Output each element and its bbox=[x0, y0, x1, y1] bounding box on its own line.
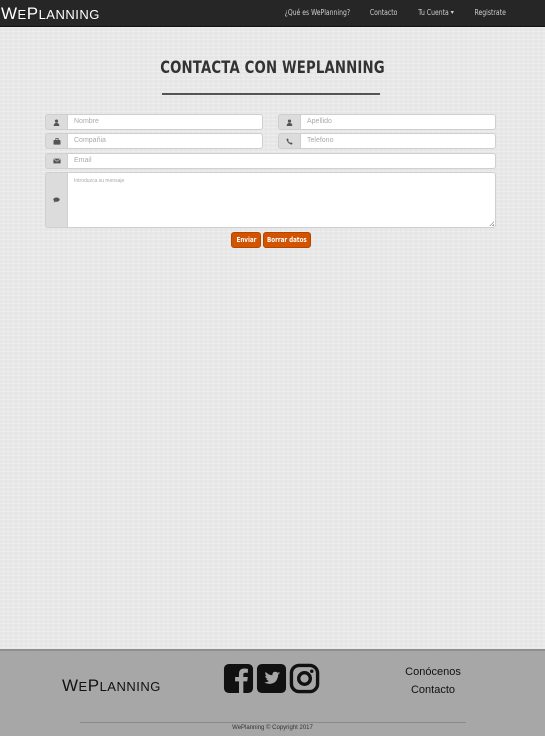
mensaje-placeholder: Introduzca su mensaje bbox=[74, 178, 125, 184]
brand-logo[interactable]: WEPLANNING bbox=[1, 4, 100, 24]
briefcase-icon bbox=[45, 133, 67, 149]
twitter-icon[interactable] bbox=[256, 663, 287, 694]
footer-brand-logo: WEPLANNING bbox=[62, 676, 161, 696]
footer-links: Conócenos Contacto bbox=[388, 663, 478, 699]
brand-letter: W bbox=[62, 676, 79, 695]
brand-letter: W bbox=[1, 4, 18, 23]
page-background: WEPLANNING ¿Qué es WePlanning? Contacto … bbox=[0, 0, 545, 736]
footer-link-conocenos[interactable]: Conócenos bbox=[388, 663, 478, 681]
navbar: WEPLANNING ¿Qué es WePlanning? Contacto … bbox=[0, 0, 545, 27]
footer-link-contacto[interactable]: Contacto bbox=[388, 681, 478, 699]
nav-link-que-es[interactable]: ¿Qué es WePlanning? bbox=[284, 8, 350, 17]
nav-link-tu-cuenta[interactable]: Tu Cuenta bbox=[419, 8, 455, 17]
footer: WEPLANNING Conócenos Contacto WePlanning… bbox=[0, 649, 545, 736]
telefono-field-group: Telefono bbox=[278, 133, 496, 149]
mensaje-field-group: Introduzca su mensaje bbox=[45, 172, 496, 228]
borrar-datos-button[interactable]: Borrar datos bbox=[263, 232, 311, 248]
nombre-input[interactable]: Nombre bbox=[67, 114, 263, 130]
compania-input[interactable]: Compañia bbox=[67, 133, 263, 149]
footer-divider bbox=[80, 722, 466, 723]
facebook-icon[interactable] bbox=[223, 663, 254, 694]
borrar-datos-button-label: Borrar datos bbox=[267, 236, 307, 244]
instagram-icon[interactable] bbox=[289, 663, 320, 694]
apellido-field-group: Apellido bbox=[278, 114, 496, 130]
compania-field-group: Compañia bbox=[45, 133, 263, 149]
user-icon bbox=[278, 114, 300, 130]
nav-link-contacto[interactable]: Contacto bbox=[370, 8, 398, 17]
telefono-input[interactable]: Telefono bbox=[300, 133, 496, 149]
user-icon bbox=[45, 114, 67, 130]
title-divider bbox=[162, 93, 380, 95]
brand-letter: P bbox=[26, 4, 39, 23]
brand-letter: E bbox=[78, 679, 88, 694]
phone-icon bbox=[278, 133, 300, 149]
resize-handle[interactable] bbox=[489, 221, 494, 226]
nav-link-tu-cuenta-label: Tu Cuenta bbox=[418, 8, 450, 17]
brand-letter: LANNING bbox=[38, 7, 100, 22]
social-links bbox=[223, 663, 320, 694]
page-title: CONTACTA CON WEPLANNING bbox=[160, 58, 385, 78]
nombre-field-group: Nombre bbox=[45, 114, 263, 130]
copyright-text: WePlanning © Copyright 2017 bbox=[232, 725, 313, 731]
brand-letter: LANNING bbox=[99, 679, 161, 694]
brand-letter: E bbox=[17, 7, 27, 22]
envelope-icon bbox=[45, 153, 67, 169]
apellido-input[interactable]: Apellido bbox=[300, 114, 496, 130]
comment-icon bbox=[45, 172, 67, 228]
brand-letter: P bbox=[87, 676, 100, 695]
email-input[interactable]: Email bbox=[67, 153, 496, 169]
enviar-button[interactable]: Enviar bbox=[231, 232, 261, 248]
chevron-down-icon bbox=[450, 11, 455, 14]
nav-link-registrate[interactable]: Registrate bbox=[475, 8, 506, 17]
enviar-button-label: Enviar bbox=[236, 236, 256, 244]
email-field-group: Email bbox=[45, 153, 496, 169]
mensaje-textarea[interactable]: Introduzca su mensaje bbox=[67, 172, 496, 228]
nav-links: ¿Qué es WePlanning? Contacto Tu Cuenta R… bbox=[258, 8, 506, 17]
